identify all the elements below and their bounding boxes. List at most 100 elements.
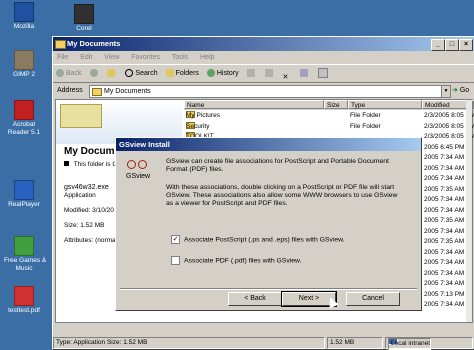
associate-pdf-checkbox[interactable]: Associate PDF (.pdf) files with GSview. <box>171 256 301 265</box>
forward-button[interactable] <box>89 65 100 82</box>
cancel-button[interactable]: Cancel <box>346 292 400 306</box>
desktop-icon-label: Corel <box>76 25 92 32</box>
copy-to-icon <box>264 69 273 78</box>
row-modified: 2005 7:34 AM <box>424 227 465 235</box>
address-dropdown-button[interactable]: ▼ <box>441 85 451 98</box>
desktop-icon[interactable]: GIMP 2 <box>4 50 44 79</box>
checkbox-pdf[interactable] <box>171 256 180 265</box>
row-modified: 2005 7:34 AM <box>424 301 465 308</box>
row-modified: 2005 7:34 AM <box>424 248 465 256</box>
menu-bar: File Edit View Favorites Tools Help <box>53 51 474 65</box>
search-icon <box>125 69 134 78</box>
desktop-icon[interactable]: RealPlayer <box>4 180 44 209</box>
row-modified: 2005 7:34 AM <box>424 196 465 203</box>
desktop-icon-label: Free Games & Music <box>4 257 47 272</box>
status-zone: Local intranet <box>385 337 473 350</box>
status-size: 1.52 MB <box>327 337 383 349</box>
vertical-scrollbar[interactable] <box>466 100 472 322</box>
minimize-button[interactable]: _ <box>431 39 445 51</box>
views-button[interactable] <box>318 65 330 82</box>
history-icon <box>206 69 215 78</box>
history-button[interactable]: History <box>206 65 239 82</box>
column-size[interactable]: Size <box>324 100 348 109</box>
gsview-logo: GSview <box>126 160 151 180</box>
desktop-app-icon <box>14 2 34 22</box>
associate-ps-checkbox[interactable]: ✓ Associate PostScript (.ps and .eps) fil… <box>171 235 345 244</box>
row-modified: 2005 7:34 AM <box>424 259 465 266</box>
back-arrow-icon <box>56 69 64 78</box>
table-row[interactable]: My Pictures File Folder 2/3/2005 8:05 PM <box>184 111 474 121</box>
delete-icon: ✕ <box>282 74 289 82</box>
desktop-icon-label: RealPlayer <box>8 201 40 208</box>
folder-icon <box>55 40 66 49</box>
menu-view[interactable]: View <box>104 54 119 61</box>
maximize-button[interactable]: □ <box>445 39 459 51</box>
menu-help[interactable]: Help <box>200 54 214 61</box>
column-name[interactable]: Name <box>184 100 324 109</box>
menu-file[interactable]: File <box>57 54 68 61</box>
desktop-app-icon <box>14 180 34 200</box>
desktop-icon[interactable]: Corel <box>64 4 104 33</box>
logo-name: GSview <box>126 173 151 180</box>
desktop-icon-label: GIMP 2 <box>13 71 35 78</box>
dialog-description-1: GSview can create file associations for … <box>166 158 389 173</box>
status-bar: Type: Application Size: 1.52 MB 1.52 MB … <box>53 337 474 350</box>
address-value: My Documents <box>104 88 151 95</box>
desktop-app-icon <box>74 4 94 24</box>
row-modified: 2005 7:34 AM <box>424 154 465 161</box>
desktop-app-icon <box>14 100 34 120</box>
menu-favorites[interactable]: Favorites <box>131 54 160 61</box>
address-bar: Address My Documents ▼ ➜ Go <box>53 83 474 99</box>
folder-icon <box>92 88 102 96</box>
desktop-app-icon <box>14 50 34 70</box>
search-button[interactable]: Search <box>125 65 158 82</box>
forward-arrow-icon <box>89 69 98 78</box>
go-arrow-icon: ➜ <box>452 87 458 94</box>
dialog-description-2: With these associations, double clicking… <box>166 184 398 207</box>
row-modified: 2005 7:34 AM <box>424 164 465 172</box>
menu-edit[interactable]: Edit <box>80 54 92 61</box>
close-button[interactable]: × <box>459 39 473 51</box>
desktop-app-icon <box>14 236 34 256</box>
status-description: Type: Application Size: 1.52 MB <box>53 337 325 349</box>
row-name-text: Security <box>186 122 210 130</box>
menu-tools[interactable]: Tools <box>172 54 188 61</box>
row-modified: 2005 6:45 PM <box>424 143 465 151</box>
row-modified: 2005 7:34 AM <box>424 206 465 214</box>
desktop-icon-label: Mozilla <box>13 23 35 30</box>
row-modified: 2005 7:13 PM <box>424 290 465 298</box>
back-button[interactable]: < Back <box>228 292 282 306</box>
back-button[interactable]: Back <box>56 65 82 82</box>
copy-to-button[interactable] <box>264 65 275 82</box>
views-icon <box>318 68 329 79</box>
delete-button[interactable]: ✕ <box>283 65 293 82</box>
folders-button[interactable]: Folders <box>165 65 199 82</box>
dialog-title[interactable]: GSview Install <box>116 138 421 151</box>
window-title: My Documents <box>67 39 121 48</box>
up-folder-button[interactable] <box>107 65 117 82</box>
go-button[interactable]: ➜ Go <box>452 83 469 99</box>
undo-icon <box>300 69 309 78</box>
move-to-icon <box>246 69 255 78</box>
gsview-install-dialog: GSview Install GSview GSview can create … <box>115 137 422 311</box>
move-to-button[interactable] <box>246 65 257 82</box>
row-type: File Folder <box>350 112 381 119</box>
table-row[interactable]: Security File Folder 2/3/2005 8:05 PM <box>184 121 474 132</box>
row-type: File Folder <box>350 122 381 130</box>
explorer-title-bar[interactable]: My Documents _ □ × <box>53 37 474 51</box>
folders-icon <box>165 69 174 78</box>
undo-button[interactable] <box>300 65 310 82</box>
address-input[interactable]: My Documents <box>89 85 451 98</box>
desktop-icon[interactable]: Free Games & Music <box>4 236 47 273</box>
desktop-icon[interactable]: Mozilla <box>4 2 44 31</box>
desktop-icon[interactable]: testtest.pdf <box>4 286 44 315</box>
glasses-icon <box>127 160 147 172</box>
row-modified: 2005 7:35 AM <box>424 185 465 193</box>
button-separator <box>120 288 417 290</box>
info-icon <box>64 161 69 166</box>
checkbox-ps[interactable]: ✓ <box>171 235 180 244</box>
column-type[interactable]: Type <box>348 100 422 109</box>
row-modified: 2005 7:34 AM <box>424 280 465 287</box>
desktop-icon[interactable]: Acrobat Reader 5.1 <box>4 100 44 137</box>
list-header: Name Size Type Modified <box>184 100 474 110</box>
